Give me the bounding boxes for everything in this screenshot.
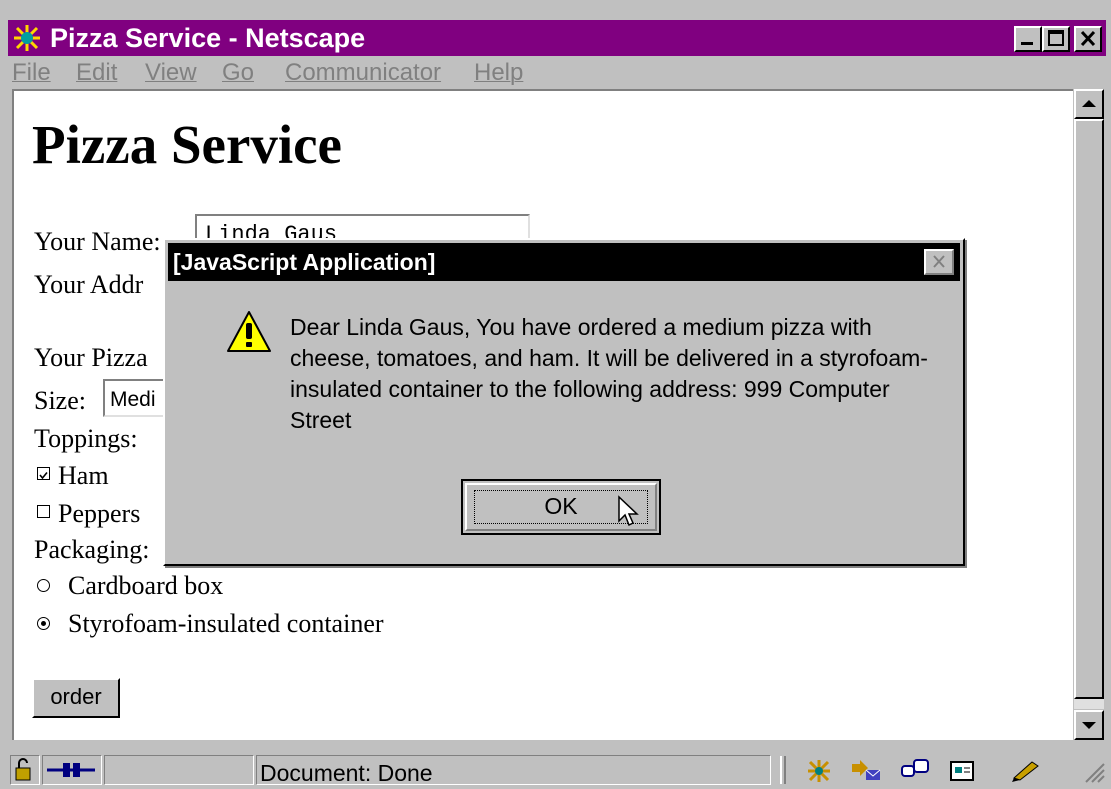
chevron-down-icon xyxy=(1082,722,1096,729)
menu-communicator[interactable]: Communicator xyxy=(285,58,441,88)
packaging-label: Packaging: xyxy=(34,535,150,564)
edit-icon[interactable] xyxy=(1010,758,1044,789)
scroll-down-button[interactable] xyxy=(1074,710,1104,740)
peppers-checkbox[interactable] xyxy=(37,505,50,518)
order-button[interactable]: order xyxy=(32,678,120,718)
minimize-button[interactable] xyxy=(1014,26,1042,52)
name-label: Your Name: xyxy=(34,227,161,256)
page-title: Pizza Service xyxy=(32,114,342,175)
dialog-message: Dear Linda Gaus, You have ordered a medi… xyxy=(290,314,928,433)
connection-icon xyxy=(47,763,95,777)
lock-icon xyxy=(15,758,31,781)
resize-grip-icon[interactable] xyxy=(1082,760,1106,789)
scroll-up-button[interactable] xyxy=(1074,89,1104,119)
scroll-thumb[interactable] xyxy=(1074,119,1104,699)
progress-bar xyxy=(104,755,254,785)
maximize-button[interactable] xyxy=(1042,26,1070,52)
chevron-up-icon xyxy=(1082,100,1096,107)
cardboard-label: Cardboard box xyxy=(68,571,224,600)
peppers-label: Peppers xyxy=(58,499,141,528)
window-title: Pizza Service - Netscape xyxy=(50,23,366,53)
toppings-label: Toppings: xyxy=(34,424,138,453)
menu-help[interactable]: Help xyxy=(474,58,523,88)
discussion-icon[interactable] xyxy=(900,758,932,789)
maximize-icon xyxy=(1048,30,1064,46)
styrofoam-label: Styrofoam-insulated container xyxy=(68,609,384,638)
menu-go[interactable]: Go xyxy=(222,58,254,88)
dialog-title: [JavaScript Application] xyxy=(173,249,436,275)
size-label: Size: xyxy=(34,386,86,415)
mail-icon[interactable] xyxy=(850,758,882,789)
composer-icon[interactable] xyxy=(948,758,978,789)
close-button[interactable] xyxy=(1074,26,1102,52)
warning-icon xyxy=(226,310,272,359)
close-icon xyxy=(1080,30,1096,47)
size-select-value: Medi xyxy=(110,388,156,411)
menu-view[interactable]: View xyxy=(145,58,197,88)
address-label: Your Addr xyxy=(34,270,144,299)
styrofoam-radio[interactable] xyxy=(37,617,50,630)
connection-indicator[interactable] xyxy=(42,755,102,785)
cardboard-radio[interactable] xyxy=(37,579,50,592)
component-bar-grip[interactable] xyxy=(780,756,786,784)
ham-checkbox[interactable] xyxy=(37,467,50,480)
security-indicator[interactable] xyxy=(10,755,40,785)
app-icon[interactable] xyxy=(12,23,42,53)
dialog-close-button[interactable] xyxy=(924,249,954,275)
cursor-icon xyxy=(617,495,639,534)
pizza-label: Your Pizza xyxy=(34,343,148,372)
navigator-icon[interactable] xyxy=(804,758,834,789)
status-text: Document: Done xyxy=(260,760,433,786)
radio-dot xyxy=(41,621,46,626)
menu-file[interactable]: File xyxy=(12,58,51,88)
close-icon xyxy=(933,255,945,268)
ham-label: Ham xyxy=(58,461,109,490)
menu-edit[interactable]: Edit xyxy=(76,58,117,88)
checkmark-icon xyxy=(39,471,48,480)
minimize-icon xyxy=(1021,42,1033,45)
